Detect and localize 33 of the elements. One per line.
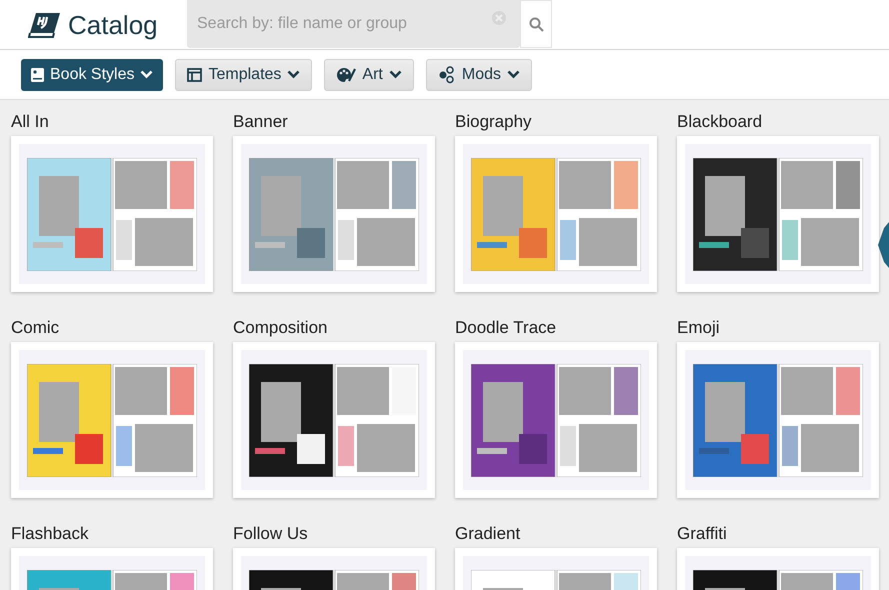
layout-icon xyxy=(187,68,202,82)
page-title: Catalog xyxy=(68,8,158,42)
style-name: Flashback xyxy=(11,524,90,544)
book-icon xyxy=(31,68,44,82)
style-name: Biography xyxy=(455,112,533,132)
shapes-icon xyxy=(438,66,456,84)
search-button[interactable] xyxy=(520,0,552,48)
style-card[interactable] xyxy=(677,136,879,292)
caret-icon xyxy=(506,70,520,79)
style-card[interactable] xyxy=(455,342,657,498)
style-name: Graffiti xyxy=(677,524,728,544)
search-icon xyxy=(528,16,544,32)
style-name: Composition xyxy=(233,318,328,338)
caret-icon xyxy=(140,70,154,79)
side-tab[interactable] xyxy=(878,222,889,268)
caret-icon xyxy=(287,70,300,79)
palette-icon xyxy=(336,66,356,82)
search-field[interactable]: Search by: file name or group xyxy=(187,0,520,48)
style-card[interactable] xyxy=(233,342,435,498)
menu-button[interactable]: Book Styles xyxy=(21,58,164,90)
style-name: Banner xyxy=(233,112,289,132)
style-name: All In xyxy=(11,112,50,132)
caret-icon xyxy=(388,70,402,79)
menu-button[interactable]: Mods xyxy=(426,58,532,90)
style-name: Gradient xyxy=(455,524,522,544)
menu-button[interactable]: Templates xyxy=(175,58,312,90)
style-name: Follow Us xyxy=(233,524,309,544)
style-name: Blackboard xyxy=(677,112,764,132)
menu-button[interactable]: Art xyxy=(324,58,414,90)
logo-icon xyxy=(28,11,62,39)
style-name: Emoji xyxy=(677,318,721,338)
style-name: Comic xyxy=(11,318,60,338)
style-name: Doodle Trace xyxy=(455,318,558,338)
